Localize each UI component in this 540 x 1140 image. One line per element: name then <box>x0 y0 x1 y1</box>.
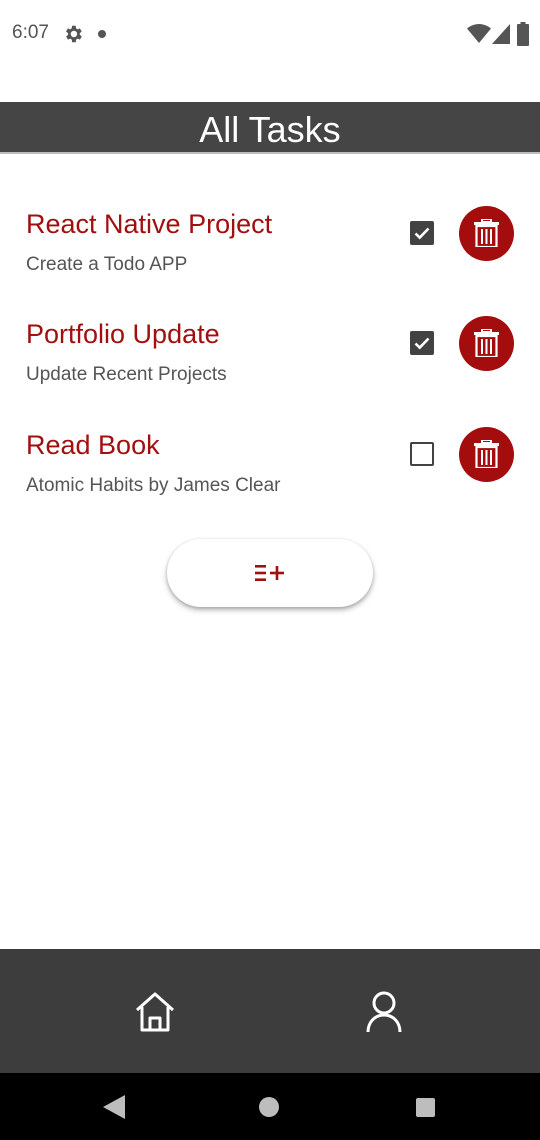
checkmark-icon <box>414 337 430 350</box>
home-circle-icon[interactable] <box>259 1097 279 1117</box>
signal-icon <box>492 24 510 44</box>
task-description: Update Recent Projects <box>26 364 227 385</box>
add-task-button[interactable] <box>167 539 373 607</box>
delete-task-button[interactable] <box>459 427 514 482</box>
task-item[interactable]: Read Book Atomic Habits by James Clear <box>0 427 540 538</box>
bottom-nav <box>0 949 540 1073</box>
wifi-icon <box>467 24 491 43</box>
profile-icon[interactable] <box>364 991 404 1033</box>
task-checkbox[interactable] <box>410 442 434 466</box>
task-description: Create a Todo APP <box>26 254 188 275</box>
battery-icon <box>517 22 529 46</box>
task-checkbox[interactable] <box>410 331 434 355</box>
back-icon[interactable] <box>103 1095 125 1119</box>
task-title: Portfolio Update <box>26 319 220 349</box>
notification-dot-icon <box>98 30 106 38</box>
checkmark-icon <box>414 227 430 240</box>
status-time: 6:07 <box>12 22 49 43</box>
trash-icon <box>474 440 499 468</box>
status-bar: 6:07 <box>0 0 540 68</box>
app-header: All Tasks <box>0 102 540 154</box>
trash-icon <box>474 219 499 247</box>
delete-task-button[interactable] <box>459 206 514 261</box>
trash-icon <box>474 329 499 357</box>
recents-icon[interactable] <box>416 1098 435 1117</box>
gear-icon <box>66 25 82 43</box>
task-item[interactable]: Portfolio Update Update Recent Projects <box>0 316 540 427</box>
task-title: React Native Project <box>26 209 273 239</box>
delete-task-button[interactable] <box>459 316 514 371</box>
task-title: Read Book <box>26 430 160 460</box>
task-item[interactable]: React Native Project Create a Todo APP <box>0 206 540 317</box>
task-description: Atomic Habits by James Clear <box>26 475 281 496</box>
home-icon[interactable] <box>134 991 176 1033</box>
add-task-icon <box>255 565 284 581</box>
task-checkbox[interactable] <box>410 221 434 245</box>
page-title: All Tasks <box>199 109 341 150</box>
system-nav-bar <box>0 1073 540 1140</box>
